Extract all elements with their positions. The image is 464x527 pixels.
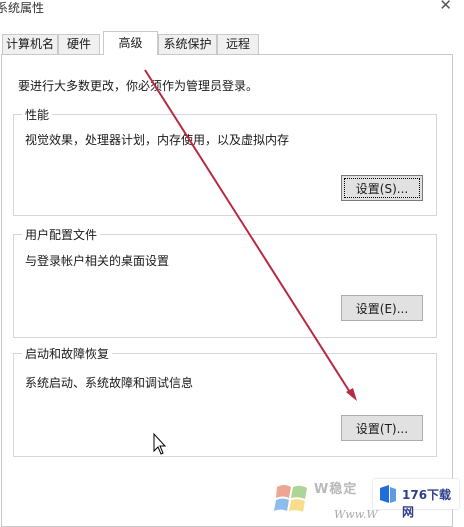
tab-system-protection[interactable]: 系统保护: [158, 34, 217, 54]
admin-notice: 要进行大多数更改，你必须作为管理员登录。: [18, 79, 259, 93]
site-badge-text: 176下载网: [402, 488, 452, 519]
startup-recovery-group: 启动和故障恢复 系统启动、系统故障和调试信息 设置(T)...: [13, 345, 437, 457]
user-profiles-group: 用户配置文件 与登录帐户相关的桌面设置 设置(E)...: [13, 226, 437, 338]
tab-remote[interactable]: 远程: [217, 34, 259, 54]
site-badge: 176下载网: [373, 479, 459, 519]
tab-strip: 计算机名 硬件 高级 系统保护 远程: [0, 31, 464, 55]
startup-recovery-group-title: 启动和故障恢复: [22, 345, 113, 362]
performance-group: 性能 视觉效果，处理器计划，内存使用，以及虚拟内存 设置(S)...: [13, 106, 437, 216]
tab-advanced[interactable]: 高级: [103, 31, 158, 55]
watermark-url: Www.W: [334, 508, 378, 521]
user-profiles-settings-button[interactable]: 设置(E)...: [341, 295, 423, 321]
startup-recovery-description: 系统启动、系统故障和调试信息: [25, 376, 194, 390]
performance-group-title: 性能: [22, 106, 53, 123]
windows-logo-icon: [274, 485, 307, 512]
window-title: 系统属性: [0, 1, 45, 15]
user-profiles-group-title: 用户配置文件: [22, 226, 101, 243]
close-button[interactable]: ✕: [439, 0, 452, 14]
title-bar: 系统属性 ✕: [0, 0, 464, 30]
tab-computer-name[interactable]: 计算机名: [2, 34, 58, 54]
startup-recovery-settings-button[interactable]: 设置(T)...: [341, 415, 423, 441]
performance-settings-button[interactable]: 设置(S)...: [341, 175, 423, 201]
user-profiles-description: 与登录帐户相关的桌面设置: [25, 254, 170, 268]
tab-hardware[interactable]: 硬件: [58, 34, 100, 54]
watermark: W稳定 Www.W 176下载网: [270, 470, 464, 527]
performance-description: 视觉效果，处理器计划，内存使用，以及虚拟内存: [25, 133, 290, 147]
site-logo-icon: [380, 485, 396, 503]
watermark-logo-text: W稳定: [314, 482, 358, 497]
